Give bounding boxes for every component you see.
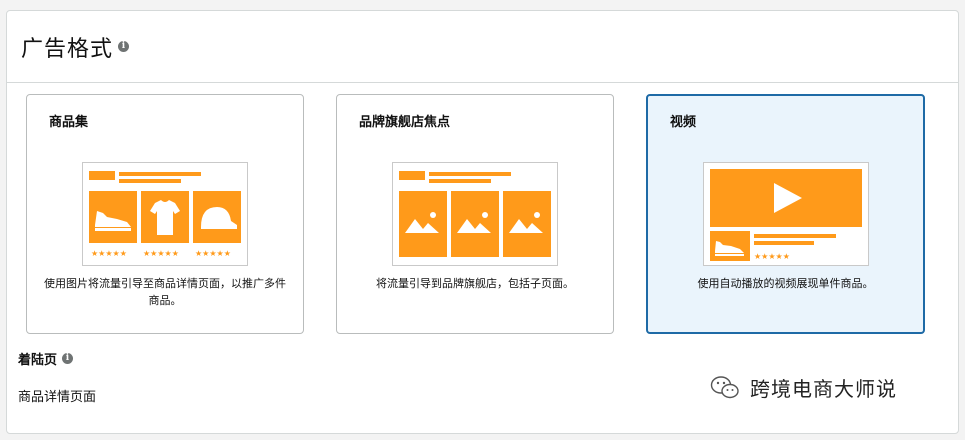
watermark: 跨境电商大师说	[710, 373, 897, 402]
watermark-text: 跨境电商大师说	[750, 377, 897, 401]
svg-text:★★★★★: ★★★★★	[143, 249, 179, 258]
format-card-video[interactable]: 视频 ★★★★★ 使用自动播放的视频展现单件商品。	[646, 94, 925, 334]
info-icon[interactable]: i	[62, 353, 74, 364]
svg-text:★★★★★: ★★★★★	[754, 252, 790, 261]
store-spotlight-illustration	[399, 171, 551, 257]
panel-header: 广告格式 i	[7, 11, 958, 83]
video-thumbnail: ★★★★★	[703, 162, 869, 266]
product-collection-illustration: ★★★★★ ★★★★★ ★★★★★	[89, 171, 241, 258]
landing-page-label: 着陆页 i	[18, 349, 74, 368]
card-title: 品牌旗舰店焦点	[359, 115, 451, 130]
card-title: 视频	[670, 115, 697, 130]
video-illustration: ★★★★★	[710, 169, 862, 261]
card-description: 使用自动播放的视频展现单件商品。	[697, 277, 874, 290]
store-spotlight-thumbnail	[392, 162, 558, 266]
card-title: 商品集	[49, 115, 89, 130]
info-icon[interactable]: i	[118, 41, 130, 52]
wechat-icon	[710, 375, 739, 398]
landing-page-label-text: 着陆页	[18, 353, 58, 368]
product-collection-thumbnail: ★★★★★ ★★★★★ ★★★★★	[82, 162, 248, 266]
section-title: 广告格式	[21, 36, 114, 62]
card-description: 将流量引导到品牌旗舰店，包括子页面。	[376, 277, 574, 290]
card-description: 使用图片将流量引导至商品详情页面，以推广多件商品。	[44, 277, 286, 307]
svg-text:★★★★★: ★★★★★	[91, 249, 127, 258]
format-card-product-collection[interactable]: 商品集 ★★★★★ ★★★★★ ★★★★★ 使用图片将流量引导至商品详情页面，以…	[26, 94, 304, 334]
format-card-store-spotlight[interactable]: 品牌旗舰店焦点 将流量引导到品牌旗舰店，包括子页面。	[336, 94, 614, 334]
landing-page-value: 商品详情页面	[18, 390, 97, 405]
svg-text:★★★★★: ★★★★★	[195, 249, 231, 258]
